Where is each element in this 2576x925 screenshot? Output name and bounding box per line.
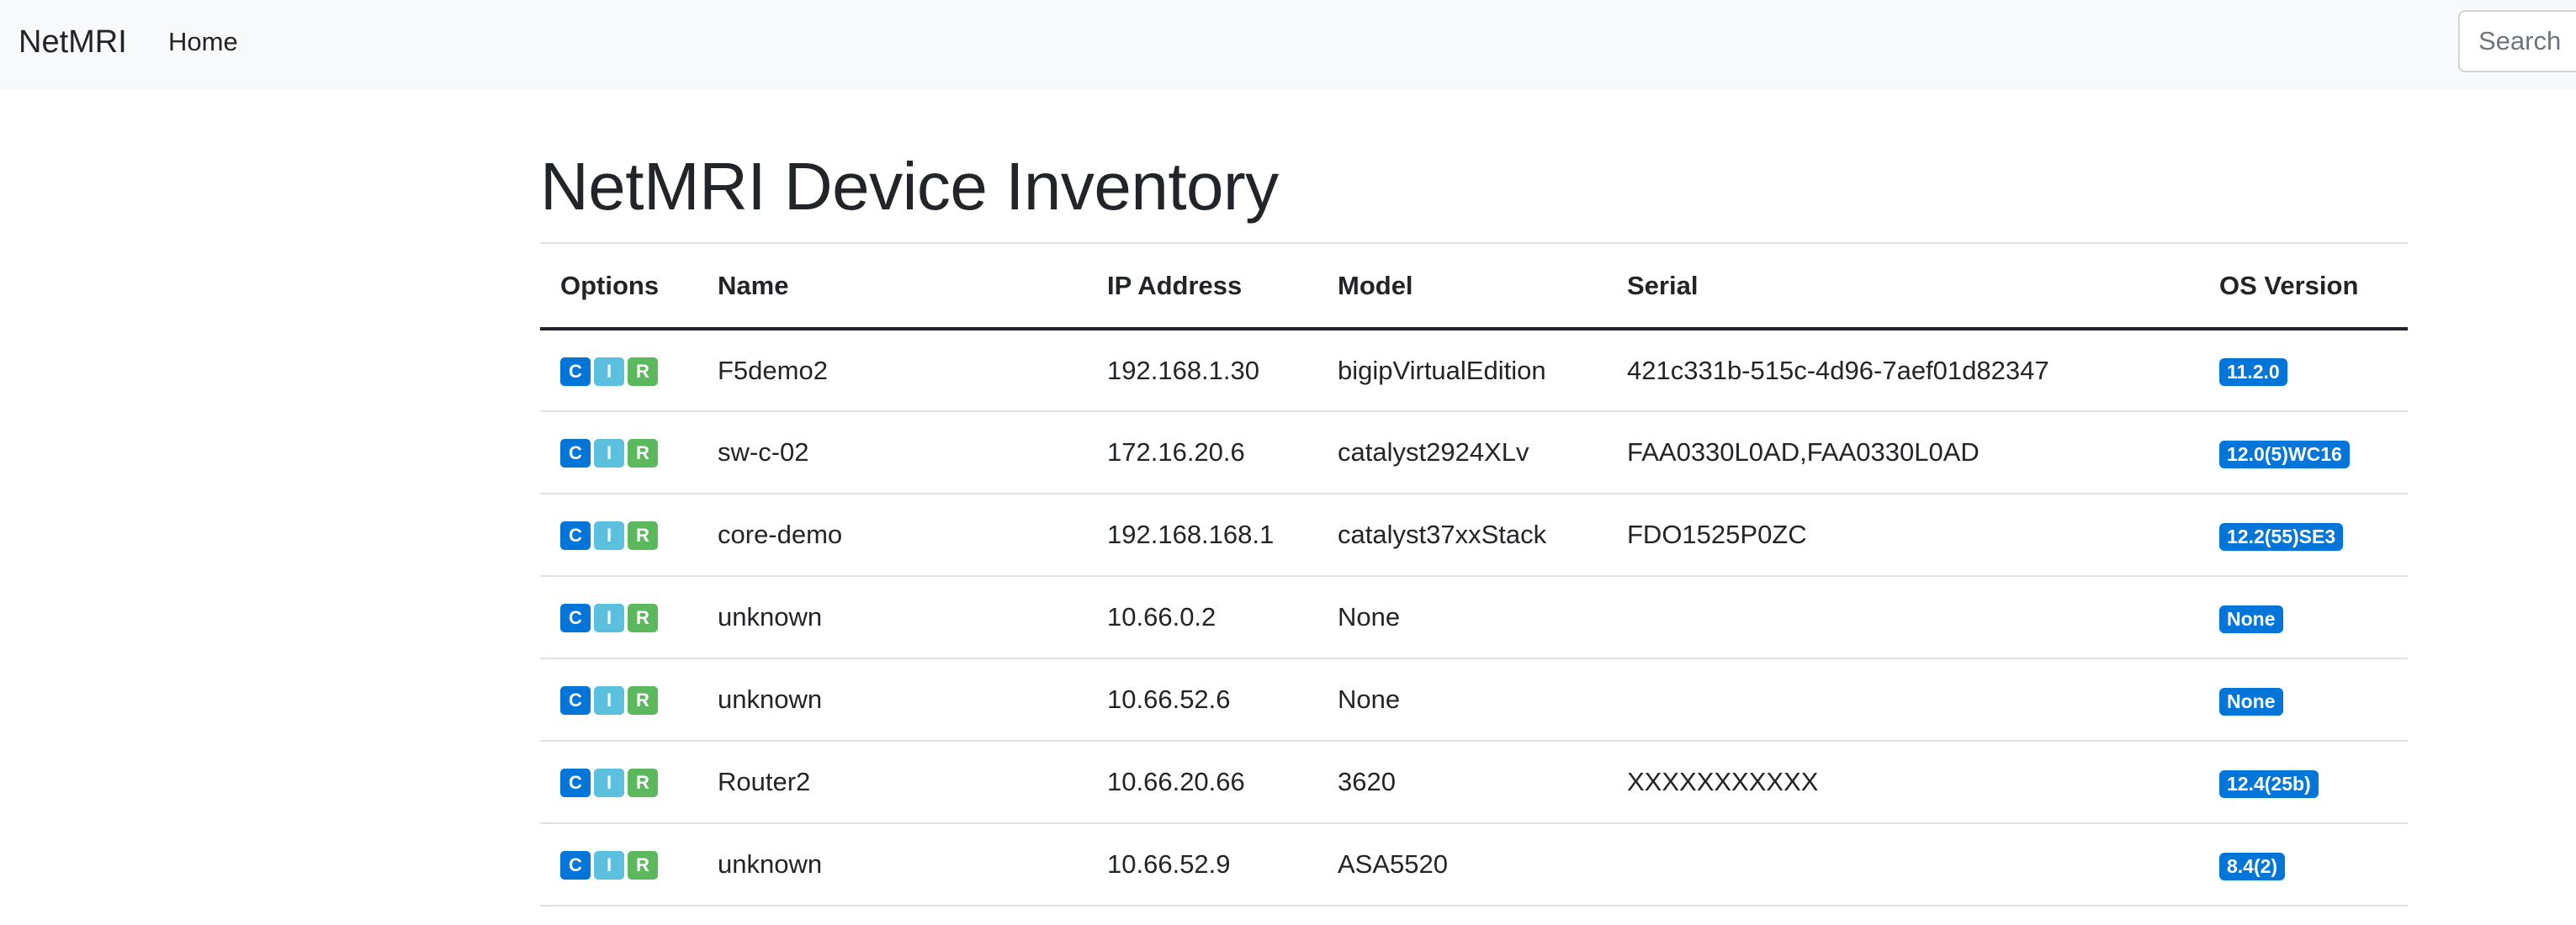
cell-ip: 172.16.20.6	[1087, 411, 1317, 494]
row-options: CIR	[540, 411, 697, 494]
cell-model: None	[1317, 658, 1607, 742]
cell-os: 12.0(5)WC16	[2199, 411, 2408, 494]
cell-serial: FDO1525P0ZC	[1607, 494, 2199, 577]
cell-serial	[1607, 576, 2199, 659]
cell-os: None	[2199, 658, 2408, 742]
info-button[interactable]: I	[594, 769, 624, 798]
config-button[interactable]: C	[560, 851, 591, 880]
nav-home-link[interactable]: Home	[168, 0, 238, 84]
config-button[interactable]: C	[560, 439, 591, 468]
table-row: CIR F5demo2 192.168.1.30 bigipVirtualEdi…	[540, 329, 2408, 412]
cell-name: unknown	[697, 576, 1087, 659]
brand-link[interactable]: NetMRI	[19, 0, 127, 84]
config-button[interactable]: C	[560, 686, 591, 716]
run-button[interactable]: R	[628, 604, 658, 633]
os-version-badge: None	[2219, 687, 2283, 716]
row-options: CIR	[540, 576, 697, 659]
cell-ip: 10.66.20.66	[1087, 741, 1317, 824]
device-inventory-table: Options Name IP Address Model Serial OS …	[540, 242, 2408, 906]
cell-serial	[1607, 658, 2199, 742]
run-button[interactable]: R	[628, 357, 658, 386]
run-button[interactable]: R	[628, 769, 658, 798]
run-button[interactable]: R	[628, 686, 658, 716]
cell-ip: 192.168.1.30	[1087, 329, 1317, 412]
row-options: CIR	[540, 741, 697, 824]
cell-name: sw-c-02	[697, 411, 1087, 494]
table-row: CIR sw-c-02 172.16.20.6 catalyst2924XLv …	[540, 411, 2408, 494]
info-button[interactable]: I	[594, 439, 624, 468]
run-button[interactable]: R	[628, 851, 658, 880]
cell-os: 12.2(55)SE3	[2199, 494, 2408, 577]
header-options: Options	[540, 242, 697, 330]
header-model: Model	[1317, 242, 1607, 330]
table-row: CIR unknown 10.66.52.6 None None	[540, 658, 2408, 742]
cell-serial: XXXXXXXXXXX	[1607, 741, 2199, 824]
page-title: NetMRI Device Inventory	[540, 149, 1279, 224]
cell-ip: 10.66.52.9	[1087, 823, 1317, 906]
cell-ip: 10.66.52.6	[1087, 658, 1317, 742]
info-button[interactable]: I	[594, 851, 624, 880]
cell-name: Router2	[697, 741, 1087, 824]
header-serial: Serial	[1607, 242, 2199, 330]
info-button[interactable]: I	[594, 357, 624, 386]
table-row: CIR unknown 10.66.52.9 ASA5520 8.4(2)	[540, 823, 2408, 906]
table-row: CIR core-demo 192.168.168.1 catalyst37xx…	[540, 494, 2408, 577]
cell-serial	[1607, 823, 2199, 906]
cell-model: None	[1317, 576, 1607, 659]
cell-model: catalyst37xxStack	[1317, 494, 1607, 577]
os-version-badge: 11.2.0	[2219, 358, 2287, 386]
info-button[interactable]: I	[594, 521, 624, 551]
cell-model: 3620	[1317, 741, 1607, 824]
os-version-badge: 8.4(2)	[2219, 852, 2286, 880]
cell-serial: 421c331b-515c-4d96-7aef01d82347	[1607, 329, 2199, 412]
cell-model: ASA5520	[1317, 823, 1607, 906]
config-button[interactable]: C	[560, 357, 591, 386]
info-button[interactable]: I	[594, 686, 624, 716]
cell-os: 12.4(25b)	[2199, 741, 2408, 824]
cell-name: unknown	[697, 823, 1087, 906]
os-version-badge: 12.4(25b)	[2219, 769, 2319, 798]
cell-ip: 192.168.168.1	[1087, 494, 1317, 577]
table-row: CIR unknown 10.66.0.2 None None	[540, 576, 2408, 659]
search-input[interactable]	[2458, 10, 2576, 72]
cell-serial: FAA0330L0AD,FAA0330L0AD	[1607, 411, 2199, 494]
os-version-badge: 12.2(55)SE3	[2219, 522, 2344, 551]
header-os-version: OS Version	[2199, 242, 2408, 330]
info-button[interactable]: I	[594, 604, 624, 633]
cell-model: catalyst2924XLv	[1317, 411, 1607, 494]
cell-os: 11.2.0	[2199, 329, 2408, 412]
cell-ip: 10.66.0.2	[1087, 576, 1317, 659]
row-options: CIR	[540, 329, 697, 412]
row-options: CIR	[540, 658, 697, 742]
header-name: Name	[697, 242, 1087, 330]
cell-name: core-demo	[697, 494, 1087, 577]
run-button[interactable]: R	[628, 439, 658, 468]
os-version-badge: None	[2219, 605, 2283, 633]
config-button[interactable]: C	[560, 769, 591, 798]
table-row: CIR Router2 10.66.20.66 3620 XXXXXXXXXXX…	[540, 741, 2408, 824]
cell-model: bigipVirtualEdition	[1317, 329, 1607, 412]
table-header-row: Options Name IP Address Model Serial OS …	[540, 242, 2408, 330]
row-options: CIR	[540, 823, 697, 906]
config-button[interactable]: C	[560, 521, 591, 551]
row-options: CIR	[540, 494, 697, 577]
top-navbar: NetMRI Home	[0, 0, 2576, 89]
os-version-badge: 12.0(5)WC16	[2219, 440, 2350, 468]
main-content: NetMRI Device Inventory Options Name IP …	[540, 89, 2408, 906]
header-ip-address: IP Address	[1087, 242, 1317, 330]
run-button[interactable]: R	[628, 521, 658, 551]
cell-os: 8.4(2)	[2199, 823, 2408, 906]
cell-name: F5demo2	[697, 329, 1087, 412]
cell-name: unknown	[697, 658, 1087, 742]
config-button[interactable]: C	[560, 604, 591, 633]
cell-os: None	[2199, 576, 2408, 659]
